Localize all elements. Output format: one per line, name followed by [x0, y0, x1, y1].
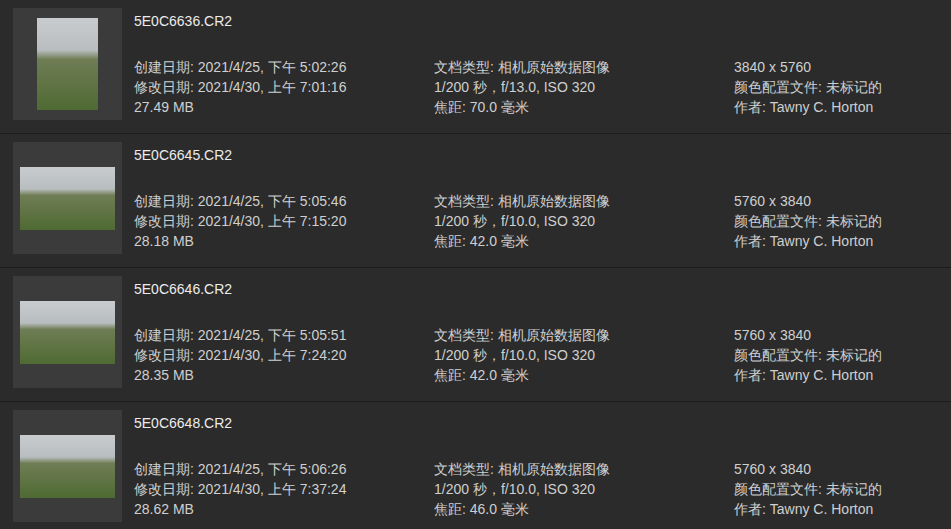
thumbnail[interactable] [13, 410, 122, 522]
focal-length: 焦距: 46.0 毫米 [434, 499, 734, 519]
dimensions: 5760 x 3840 [734, 325, 951, 345]
author: 作者: Tawny C. Horton [734, 499, 951, 519]
color-profile: 颜色配置文件: 未标记的 [734, 211, 951, 231]
image-column: 5760 x 3840颜色配置文件: 未标记的作者: Tawny C. Hort… [734, 459, 951, 519]
modified-date: 修改日期: 2021/4/30, 上午 7:37:24 [134, 479, 434, 499]
thumbnail[interactable] [13, 8, 122, 120]
dimensions: 3840 x 5760 [734, 57, 951, 77]
exposure: 1/200 秒，f/13.0, ISO 320 [434, 77, 734, 97]
file-name: 5E0C6648.CR2 [134, 413, 951, 433]
file-size: 28.18 MB [134, 231, 434, 251]
file-name: 5E0C6636.CR2 [134, 11, 951, 31]
color-profile: 颜色配置文件: 未标记的 [734, 345, 951, 365]
document-type: 文档类型: 相机原始数据图像 [434, 57, 734, 77]
author: 作者: Tawny C. Horton [734, 365, 951, 385]
focal-length: 焦距: 70.0 毫米 [434, 97, 734, 117]
exposure: 1/200 秒，f/10.0, ISO 320 [434, 211, 734, 231]
image-column: 5760 x 3840颜色配置文件: 未标记的作者: Tawny C. Hort… [734, 191, 951, 251]
date-column: 创建日期: 2021/4/25, 下午 5:02:26修改日期: 2021/4/… [134, 57, 434, 117]
image-column: 5760 x 3840颜色配置文件: 未标记的作者: Tawny C. Hort… [734, 325, 951, 385]
file-size: 28.35 MB [134, 365, 434, 385]
file-list: 5E0C6636.CR2创建日期: 2021/4/25, 下午 5:02:26修… [0, 0, 951, 529]
dimensions: 5760 x 3840 [734, 191, 951, 211]
camera-column: 文档类型: 相机原始数据图像1/200 秒，f/10.0, ISO 320焦距:… [434, 325, 734, 385]
date-column: 创建日期: 2021/4/25, 下午 5:05:46修改日期: 2021/4/… [134, 191, 434, 251]
document-type: 文档类型: 相机原始数据图像 [434, 459, 734, 479]
photo [20, 435, 115, 498]
date-column: 创建日期: 2021/4/25, 下午 5:05:51修改日期: 2021/4/… [134, 325, 434, 385]
author: 作者: Tawny C. Horton [734, 97, 951, 117]
camera-column: 文档类型: 相机原始数据图像1/200 秒，f/13.0, ISO 320焦距:… [434, 57, 734, 117]
focal-length: 焦距: 42.0 毫米 [434, 231, 734, 251]
date-column: 创建日期: 2021/4/25, 下午 5:06:26修改日期: 2021/4/… [134, 459, 434, 519]
thumbnail[interactable] [13, 142, 122, 254]
exposure: 1/200 秒，f/10.0, ISO 320 [434, 345, 734, 365]
file-size: 28.62 MB [134, 499, 434, 519]
author: 作者: Tawny C. Horton [734, 231, 951, 251]
created-date: 创建日期: 2021/4/25, 下午 5:02:26 [134, 57, 434, 77]
file-row[interactable]: 5E0C6646.CR2 创建日期: 2021/4/25, 下午 5:05:51修… [0, 268, 951, 402]
file-row[interactable]: 5E0C6645.CR2 创建日期: 2021/4/25, 下午 5:05:46修… [0, 134, 951, 268]
photo [20, 167, 115, 230]
camera-column: 文档类型: 相机原始数据图像1/200 秒，f/10.0, ISO 320焦距:… [434, 191, 734, 251]
file-row[interactable]: 5E0C6648.CR2 创建日期: 2021/4/25, 下午 5:06:26修… [0, 402, 951, 529]
created-date: 创建日期: 2021/4/25, 下午 5:05:51 [134, 325, 434, 345]
focal-length: 焦距: 42.0 毫米 [434, 365, 734, 385]
camera-column: 文档类型: 相机原始数据图像1/200 秒，f/10.0, ISO 320焦距:… [434, 459, 734, 519]
exposure: 1/200 秒，f/10.0, ISO 320 [434, 479, 734, 499]
file-size: 27.49 MB [134, 97, 434, 117]
thumbnail[interactable] [13, 276, 122, 388]
photo [20, 301, 115, 364]
file-name: 5E0C6645.CR2 [134, 145, 951, 165]
file-name: 5E0C6646.CR2 [134, 279, 951, 299]
color-profile: 颜色配置文件: 未标记的 [734, 479, 951, 499]
document-type: 文档类型: 相机原始数据图像 [434, 325, 734, 345]
modified-date: 修改日期: 2021/4/30, 上午 7:15:20 [134, 211, 434, 231]
dimensions: 5760 x 3840 [734, 459, 951, 479]
photo [37, 18, 98, 110]
document-type: 文档类型: 相机原始数据图像 [434, 191, 734, 211]
modified-date: 修改日期: 2021/4/30, 上午 7:24:20 [134, 345, 434, 365]
color-profile: 颜色配置文件: 未标记的 [734, 77, 951, 97]
image-column: 3840 x 5760颜色配置文件: 未标记的作者: Tawny C. Hort… [734, 57, 951, 117]
file-row[interactable]: 5E0C6636.CR2 创建日期: 2021/4/25, 下午 5:02:26修… [0, 0, 951, 134]
created-date: 创建日期: 2021/4/25, 下午 5:05:46 [134, 191, 434, 211]
modified-date: 修改日期: 2021/4/30, 上午 7:01:16 [134, 77, 434, 97]
created-date: 创建日期: 2021/4/25, 下午 5:06:26 [134, 459, 434, 479]
